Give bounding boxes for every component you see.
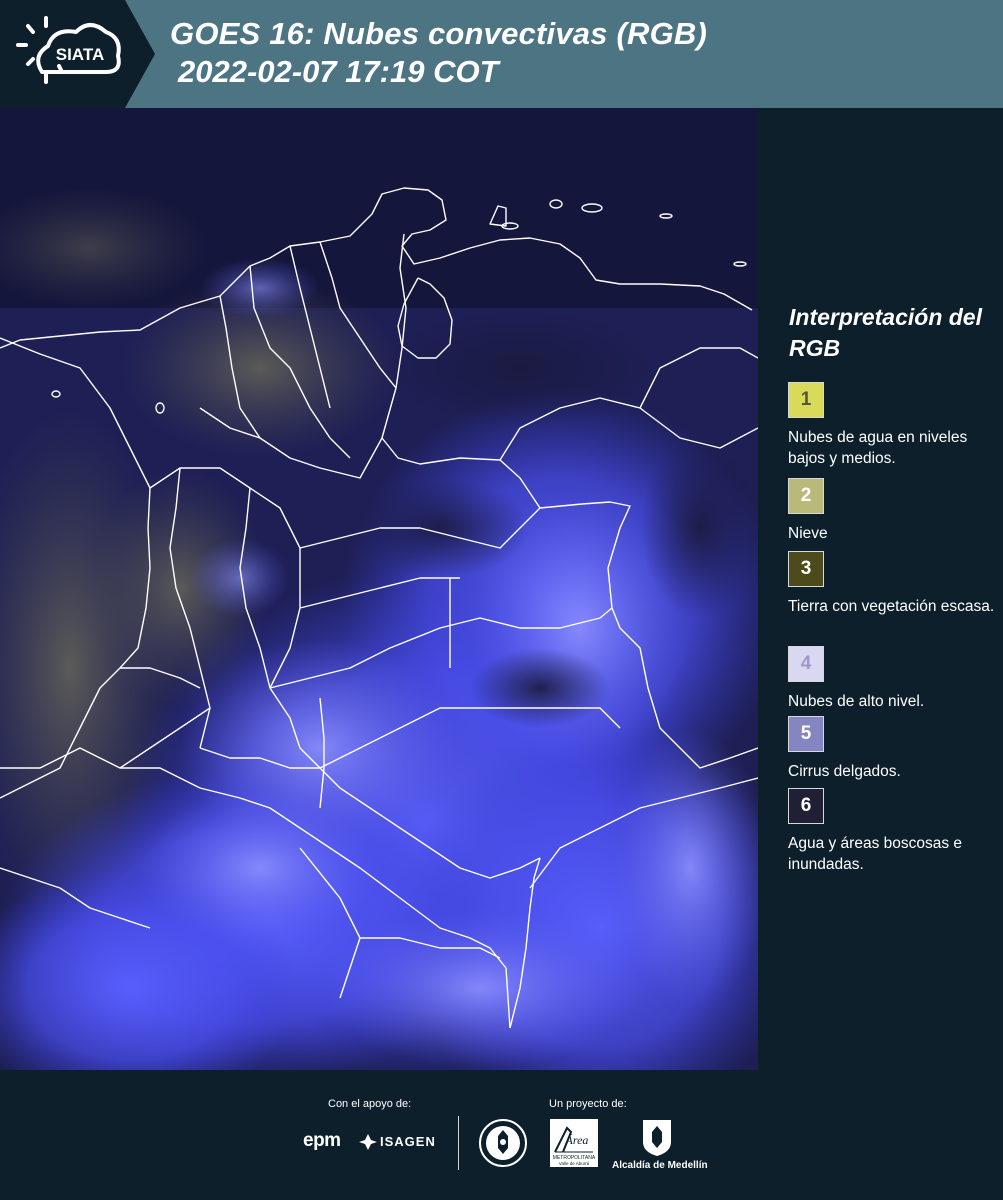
alcaldia-label: Alcaldía de Medellín xyxy=(612,1160,708,1171)
legend-label-2: Nieve xyxy=(788,525,828,542)
legend-swatch-2: 2 xyxy=(788,478,824,514)
isagen-logo-icon xyxy=(359,1134,377,1150)
legend-item-5: 5 Cirrus delgados. xyxy=(788,716,998,782)
legend-label-4: Nubes de alto nivel. xyxy=(788,693,925,710)
svg-text:Valle de Aburrá: Valle de Aburrá xyxy=(559,1161,590,1166)
footer: Con el apoyo de: Un proyecto de: epm ISA… xyxy=(0,1070,1003,1200)
page-title: GOES 16: Nubes convectivas (RGB) xyxy=(170,16,708,51)
epm-logo: epm xyxy=(303,1130,341,1151)
legend-panel: Interpretación del RGB 1 Nubes de agua e… xyxy=(758,108,1003,1070)
legend-swatch-4: 4 xyxy=(788,646,824,682)
svg-text:Área: Área xyxy=(565,1133,589,1147)
legend-title: Interpretación del RGB xyxy=(789,304,982,361)
medellin-seal-icon xyxy=(479,1119,527,1167)
project-label: Un proyecto de: xyxy=(549,1098,627,1110)
legend-label-3: Tierra con vegetación escasa. xyxy=(788,598,995,615)
legend-swatch-1: 1 xyxy=(788,382,824,418)
legend-item-1: 1 Nubes de agua en niveles bajos y medio… xyxy=(788,382,998,469)
legend-swatch-5: 5 xyxy=(788,716,824,752)
legend-swatch-3: 3 xyxy=(788,551,824,587)
siata-logo-block: SIATA xyxy=(0,0,155,108)
isagen-logo: ISAGEN xyxy=(380,1134,436,1149)
svg-text:SIATA: SIATA xyxy=(56,45,104,64)
legend-label-1: Nubes de agua en niveles bajos y medios. xyxy=(788,429,968,467)
legend-item-6: 6 Agua y áreas boscosas e inundadas. xyxy=(788,788,998,875)
alcaldia-shield-icon xyxy=(643,1120,671,1156)
legend-item-2: 2 Nieve xyxy=(788,478,998,544)
footer-divider xyxy=(458,1116,459,1170)
area-metropolitana-logo-icon: Área METROPOLITANA Valle de Aburrá xyxy=(550,1119,598,1167)
siata-logo-icon: SIATA xyxy=(16,16,121,84)
legend-item-4: 4 Nubes de alto nivel. xyxy=(788,646,998,712)
support-label: Con el apoyo de: xyxy=(328,1098,412,1110)
page-timestamp: 2022-02-07 17:19 COT xyxy=(178,54,499,89)
satellite-map[interactable] xyxy=(0,108,758,1070)
legend-swatch-6: 6 xyxy=(788,788,824,824)
legend-label-6: Agua y áreas boscosas e inundadas. xyxy=(788,835,963,873)
legend-item-3: 3 Tierra con vegetación escasa. xyxy=(788,551,998,617)
legend-label-5: Cirrus delgados. xyxy=(788,763,901,780)
header-bar: SIATA GOES 16: Nubes convectivas (RGB) 2… xyxy=(0,0,1003,108)
